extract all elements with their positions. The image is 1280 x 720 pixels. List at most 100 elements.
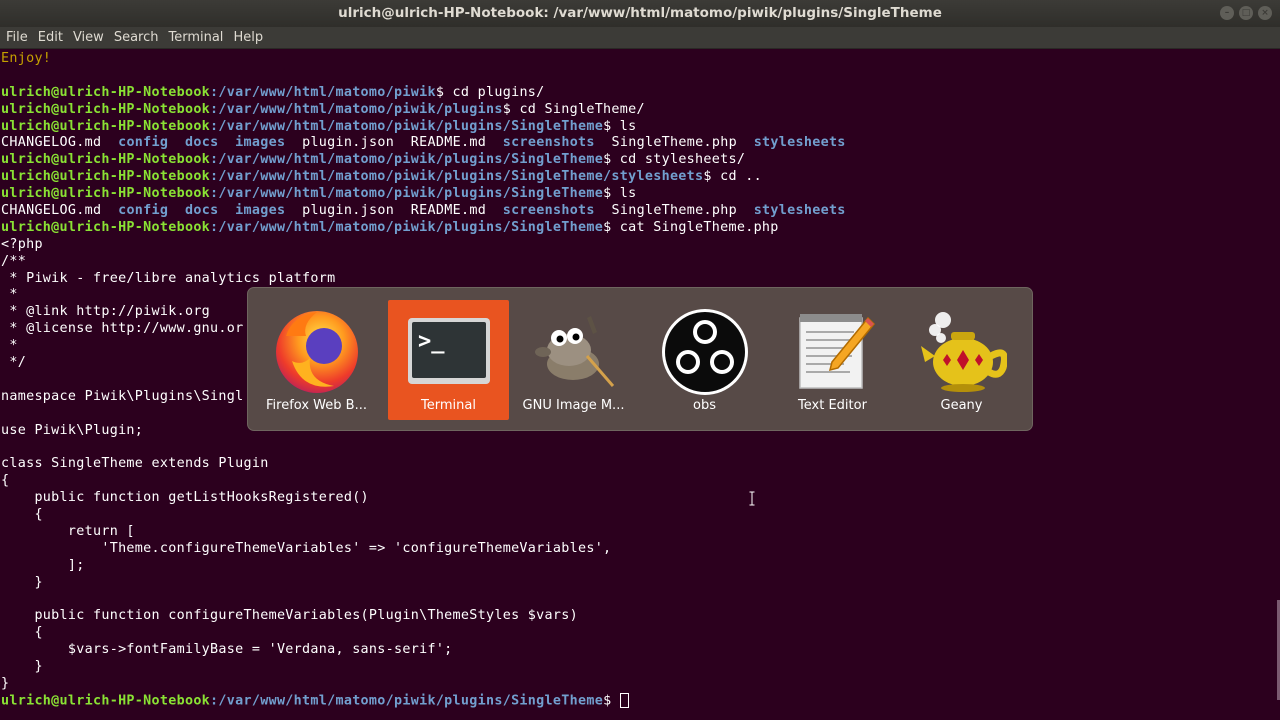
minimize-button[interactable]: –	[1220, 6, 1234, 20]
terminal-line: Enjoy!	[1, 51, 52, 66]
ls-file: CHANGELOG.md	[1, 203, 102, 219]
menu-help[interactable]: Help	[229, 30, 267, 45]
ls-file: plugin.json	[302, 203, 395, 219]
prompt-path: :/var/www/html/matomo/piwik/plugins/Sing…	[210, 186, 604, 202]
ls-output: CHANGELOG.md config docs images plugin.j…	[1, 203, 1280, 220]
code-line: 'Theme.configureThemeVariables' => 'conf…	[1, 540, 612, 556]
text-cursor	[619, 692, 629, 708]
prompt-path: :/var/www/html/matomo/piwik/plugins	[210, 101, 503, 117]
prompt-user: ulrich@ulrich-HP-Notebook	[1, 219, 211, 235]
code-line: {	[1, 625, 43, 641]
obs-icon	[662, 309, 748, 395]
code-line: <?php	[1, 236, 43, 252]
menu-file[interactable]: File	[2, 30, 32, 45]
prompt-line: ulrich@ulrich-HP-Notebook:/var/www/html/…	[1, 152, 1280, 169]
switcher-app-label: obs	[693, 398, 716, 413]
switcher-app-obs[interactable]: obs	[644, 300, 765, 420]
code-line: return [	[1, 523, 135, 539]
prompt-user: ulrich@ulrich-HP-Notebook	[1, 84, 211, 100]
code-line: /**	[1, 253, 27, 269]
prompt-command: $ cd SingleTheme/	[502, 101, 645, 117]
prompt-command: $	[603, 693, 620, 709]
menu-terminal[interactable]: Terminal	[164, 30, 227, 45]
window-title: ulrich@ulrich-HP-Notebook: /var/www/html…	[338, 5, 942, 21]
ls-file: plugin.json	[302, 135, 395, 151]
window-titlebar[interactable]: ulrich@ulrich-HP-Notebook: /var/www/html…	[0, 0, 1280, 27]
switcher-app-geany[interactable]: Geany	[901, 300, 1022, 420]
switcher-app-gimp[interactable]: GNU Image M...	[513, 300, 634, 420]
prompt-user: ulrich@ulrich-HP-Notebook	[1, 693, 211, 709]
prompt-command: $ ls	[603, 186, 637, 202]
code-line: * Piwik - free/libre analytics platform	[1, 270, 336, 286]
code-line: $vars->fontFamilyBase = 'Verdana, sans-s…	[1, 642, 453, 658]
gimp-icon	[535, 316, 615, 387]
prompt-path: :/var/www/html/matomo/piwik/plugins/Sing…	[210, 118, 604, 134]
ls-dir: config	[118, 135, 169, 151]
prompt-path: :/var/www/html/matomo/piwik	[210, 84, 436, 100]
switcher-app-label: Firefox Web B...	[266, 398, 367, 413]
prompt-command: $ cd ..	[703, 169, 762, 185]
prompt-command: $ cat SingleTheme.php	[603, 219, 779, 235]
switcher-app-text-editor[interactable]: Text Editor	[772, 300, 893, 420]
prompt-line: ulrich@ulrich-HP-Notebook:/var/www/html/…	[1, 186, 1280, 203]
text-editor-icon	[799, 314, 876, 389]
prompt-line: ulrich@ulrich-HP-Notebook:/var/www/html/…	[1, 119, 1280, 136]
terminal-icon: >_	[408, 318, 490, 384]
switcher-app-label: Geany	[940, 398, 983, 413]
code-line: }	[1, 675, 10, 691]
prompt-path: :/var/www/html/matomo/piwik/plugins/Sing…	[210, 152, 604, 168]
prompt-path: :/var/www/html/matomo/piwik/plugins/Sing…	[210, 219, 604, 235]
code-line: }	[1, 574, 43, 590]
ls-file: CHANGELOG.md	[1, 135, 102, 151]
code-line: class SingleTheme extends Plugin	[1, 456, 269, 472]
prompt-path: :/var/www/html/matomo/piwik/plugins/Sing…	[210, 169, 704, 185]
ls-file: SingleTheme.php	[611, 135, 737, 151]
geany-icon	[921, 312, 1007, 392]
ls-dir: images	[235, 203, 286, 219]
code-line: }	[1, 659, 43, 675]
ls-dir: stylesheets	[753, 135, 846, 151]
prompt-line: ulrich@ulrich-HP-Notebook:/var/www/html/…	[1, 220, 1280, 237]
prompt-line: ulrich@ulrich-HP-Notebook:/var/www/html/…	[1, 102, 1280, 119]
ibeam-cursor-icon	[749, 491, 755, 506]
ls-dir: docs	[184, 135, 219, 151]
ls-dir: config	[118, 203, 169, 219]
switcher-app-firefox[interactable]: Firefox Web B...	[256, 300, 377, 420]
ls-dir: images	[235, 135, 286, 151]
window-controls: – □ ×	[1220, 6, 1272, 20]
firefox-icon	[276, 311, 358, 393]
prompt-command: $ cd stylesheets/	[603, 152, 746, 168]
menu-search[interactable]: Search	[110, 30, 163, 45]
ls-file: README.md	[410, 203, 487, 219]
maximize-button[interactable]: □	[1239, 6, 1253, 20]
menu-edit[interactable]: Edit	[34, 30, 67, 45]
code-line: ];	[1, 557, 85, 573]
code-line: public function getListHooksRegistered()	[1, 490, 369, 506]
prompt-user: ulrich@ulrich-HP-Notebook	[1, 186, 211, 202]
app-switcher: Firefox Web B... >_ Terminal GNU Image M…	[247, 287, 1033, 431]
switcher-app-terminal[interactable]: >_ Terminal	[388, 300, 509, 420]
prompt-user: ulrich@ulrich-HP-Notebook	[1, 152, 211, 168]
prompt-user: ulrich@ulrich-HP-Notebook	[1, 118, 211, 134]
switcher-app-label: GNU Image M...	[522, 398, 625, 413]
prompt-command: $ ls	[603, 118, 637, 134]
switcher-app-label: Text Editor	[798, 398, 867, 413]
menu-bar: File Edit View Search Terminal Help	[0, 27, 1280, 49]
prompt-user: ulrich@ulrich-HP-Notebook	[1, 169, 211, 185]
ls-dir: stylesheets	[753, 203, 846, 219]
prompt-command: $ cd plugins/	[435, 84, 545, 100]
prompt-line: ulrich@ulrich-HP-Notebook:/var/www/html/…	[1, 85, 1280, 102]
code-line: {	[1, 473, 10, 489]
ls-file: README.md	[410, 135, 487, 151]
ls-dir: screenshots	[502, 135, 595, 151]
code-line: public function configureThemeVariables(…	[1, 608, 578, 624]
ls-dir: docs	[184, 203, 219, 219]
close-button[interactable]: ×	[1258, 6, 1272, 20]
menu-view[interactable]: View	[69, 30, 108, 45]
active-prompt-line: ulrich@ulrich-HP-Notebook:/var/www/html/…	[1, 692, 1280, 710]
code-line: {	[1, 507, 43, 523]
ls-output: CHANGELOG.md config docs images plugin.j…	[1, 135, 1280, 152]
